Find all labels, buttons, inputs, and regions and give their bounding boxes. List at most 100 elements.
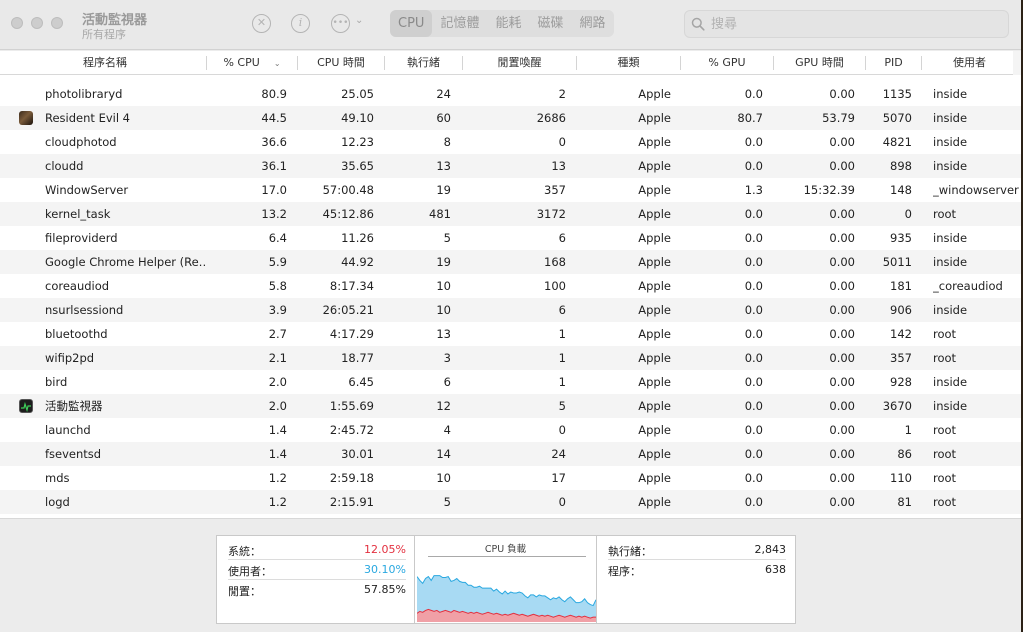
tab-network[interactable]: 網路 bbox=[571, 10, 613, 37]
table-row[interactable]: Resident Evil 4 44.5 49.10 60 2686 Apple 80.7 5… bbox=[0, 106, 1021, 130]
cell-gpu: 0.0 bbox=[744, 255, 763, 269]
cell-gpu-time: 0.00 bbox=[829, 447, 855, 461]
ellipsis-menu-icon: ••• bbox=[332, 18, 349, 28]
cell-idle-wakeups: 3172 bbox=[536, 207, 566, 221]
table-row[interactable]: Google Chrome Helper (Re… 5.9 44.92 19 168 Ap… bbox=[0, 250, 1021, 274]
cell-pid: 928 bbox=[890, 375, 912, 389]
column-header-user[interactable]: 使用者 bbox=[922, 51, 1017, 75]
cell-pid: 3670 bbox=[882, 399, 912, 413]
table-row[interactable]: wifip2pd 2.1 18.77 3 1 Apple 0.0 0.00 357 root bbox=[0, 346, 1021, 370]
cell-user: inside bbox=[933, 231, 968, 245]
table-row[interactable]: bird 2.0 6.45 6 1 Apple 0.0 0.00 928 inside bbox=[0, 370, 1021, 394]
table-row[interactable]: logd 1.2 2:15.91 5 0 Apple 0.0 0.00 81 root bbox=[0, 490, 1021, 514]
tab-memory[interactable]: 記憶體 bbox=[432, 10, 487, 37]
table-body: photolibraryd 80.9 25.05 24 2 Apple 0.0 0.00 113… bbox=[0, 82, 1021, 514]
cell-threads: 10 bbox=[436, 279, 451, 293]
cell-pid: 935 bbox=[890, 231, 912, 245]
column-header-process-name[interactable]: 程序名稱 bbox=[0, 51, 210, 75]
cell-cpu: 5.9 bbox=[268, 255, 287, 269]
minimize-window-button[interactable] bbox=[31, 17, 43, 29]
cell-cpu: 3.9 bbox=[268, 303, 287, 317]
cell-cpu-time: 2:15.91 bbox=[329, 495, 374, 509]
system-label: 系統： bbox=[228, 545, 261, 558]
cell-gpu-time: 0.00 bbox=[829, 495, 855, 509]
cell-cpu-time: 45:12.86 bbox=[322, 207, 374, 221]
cell-pid: 1 bbox=[904, 423, 912, 437]
cell-cpu: 2.1 bbox=[268, 351, 287, 365]
cell-process-name: wifip2pd bbox=[45, 351, 95, 365]
column-header-pid[interactable]: PID bbox=[866, 51, 921, 75]
table-row[interactable]: coreaudiod 5.8 8:17.34 10 100 Apple 0.0 0.00 181… bbox=[0, 274, 1021, 298]
cell-cpu-time: 44.92 bbox=[341, 255, 374, 269]
tab-energy[interactable]: 能耗 bbox=[487, 10, 529, 37]
cell-idle-wakeups: 0 bbox=[558, 135, 566, 149]
search-input[interactable] bbox=[711, 14, 1001, 34]
cell-user: inside bbox=[933, 111, 968, 125]
cell-threads: 10 bbox=[436, 303, 451, 317]
close-window-button[interactable] bbox=[11, 17, 23, 29]
cpu-load-graph-panel: CPU 負載 bbox=[414, 536, 597, 623]
action-menu-button[interactable]: ••• bbox=[331, 14, 350, 33]
cell-process-name: WindowServer bbox=[45, 183, 129, 197]
zoom-window-button[interactable] bbox=[51, 17, 63, 29]
cell-gpu-time: 0.00 bbox=[829, 375, 855, 389]
cell-gpu-time: 0.00 bbox=[829, 351, 855, 365]
table-row[interactable]: bluetoothd 2.7 4:17.29 13 1 Apple 0.0 0.00 142 ro… bbox=[0, 322, 1021, 346]
table-row[interactable]: cloudphotod 36.6 12.23 8 0 Apple 0.0 0.00 4821 in… bbox=[0, 130, 1021, 154]
cell-process-name: bluetoothd bbox=[45, 327, 108, 341]
activity-monitor-window: 活動監視器 所有程序 ✕ i ••• ⌄ CPU 記憶體 能耗 磁碟 網路 搜尋… bbox=[0, 0, 1021, 632]
table-row[interactable]: fseventsd 1.4 30.01 14 24 Apple 0.0 0.00 86 root bbox=[0, 442, 1021, 466]
table-row[interactable]: nsurlsessiond 3.9 26:05.21 10 6 Apple 0.0 0.00 9… bbox=[0, 298, 1021, 322]
cell-cpu: 2.0 bbox=[268, 375, 287, 389]
table-row[interactable]: cloudd 36.1 35.65 13 13 Apple 0.0 0.00 898 inside bbox=[0, 154, 1021, 178]
cell-threads: 481 bbox=[429, 207, 451, 221]
idle-stat: 閒置： 57.85% bbox=[228, 579, 406, 599]
table-row[interactable]: launchd 1.4 2:45.72 4 0 Apple 0.0 0.00 1 root bbox=[0, 418, 1021, 442]
cell-pid: 5011 bbox=[882, 255, 912, 269]
cell-pid: 181 bbox=[890, 279, 912, 293]
table-row[interactable]: 活動監視器 2.0 1:55.69 12 5 Apple 0.0 0.00 3670 inside bbox=[0, 394, 1021, 418]
cell-gpu: 0.0 bbox=[744, 327, 763, 341]
cell-user: root bbox=[933, 423, 957, 437]
cell-cpu-time: 49.10 bbox=[341, 111, 374, 125]
column-header-idle-wakeups[interactable]: 閒置喚醒 bbox=[463, 51, 576, 75]
cell-gpu: 0.0 bbox=[744, 495, 763, 509]
cell-cpu-time: 4:17.29 bbox=[329, 327, 374, 341]
column-header-kind[interactable]: 種類 bbox=[577, 51, 680, 75]
cell-idle-wakeups: 6 bbox=[558, 231, 566, 245]
cell-cpu-time: 35.65 bbox=[341, 159, 374, 173]
inspect-button[interactable]: i bbox=[291, 14, 310, 33]
cpu-load-graph bbox=[417, 575, 596, 622]
stop-process-button[interactable]: ✕ bbox=[252, 14, 271, 33]
table-row[interactable]: kernel_task 13.2 45:12.86 481 3172 Apple 0.0 0.… bbox=[0, 202, 1021, 226]
cell-cpu: 36.6 bbox=[261, 135, 287, 149]
tab-disk[interactable]: 磁碟 bbox=[529, 10, 571, 37]
cell-threads: 4 bbox=[443, 423, 451, 437]
cell-threads: 6 bbox=[443, 375, 451, 389]
column-header-threads[interactable]: 執行緒 bbox=[385, 51, 462, 75]
cell-idle-wakeups: 17 bbox=[551, 471, 566, 485]
column-header-gpu[interactable]: % GPU bbox=[681, 51, 773, 75]
table-row[interactable]: WindowServer 17.0 57:00.48 19 357 Apple 1.3 15:… bbox=[0, 178, 1021, 202]
cell-gpu-time: 0.00 bbox=[829, 327, 855, 341]
scrollbar[interactable] bbox=[1013, 51, 1021, 75]
table-row[interactable]: photolibraryd 80.9 25.05 24 2 Apple 0.0 0.00 113… bbox=[0, 82, 1021, 106]
processes-stat: 程序： 638 bbox=[608, 559, 786, 579]
cell-gpu: 0.0 bbox=[744, 471, 763, 485]
cell-cpu: 80.9 bbox=[261, 87, 287, 101]
cell-gpu: 0.0 bbox=[744, 351, 763, 365]
cell-idle-wakeups: 357 bbox=[544, 183, 566, 197]
table-row[interactable]: mds 1.2 2:59.18 10 17 Apple 0.0 0.00 110 root bbox=[0, 466, 1021, 490]
column-header-cpu-time[interactable]: CPU 時間 bbox=[298, 51, 384, 75]
stop-x-icon: ✕ bbox=[256, 16, 267, 29]
cell-threads: 8 bbox=[443, 135, 451, 149]
system-stat: 系統： 12.05% bbox=[228, 539, 406, 559]
cell-idle-wakeups: 5 bbox=[558, 399, 566, 413]
cell-pid: 4821 bbox=[882, 135, 912, 149]
search-field[interactable] bbox=[684, 10, 1009, 38]
tab-cpu[interactable]: CPU bbox=[390, 10, 433, 37]
column-header-cpu[interactable]: % CPU ⌄ bbox=[207, 51, 297, 75]
table-row[interactable]: fileproviderd 6.4 11.26 5 6 Apple 0.0 0.00 935 in… bbox=[0, 226, 1021, 250]
cpu-summary-footer: 系統： 12.05% 使用者： 30.10% 閒置： 57.85% CPU 負載… bbox=[0, 518, 1021, 632]
column-header-gpu-time[interactable]: GPU 時間 bbox=[774, 51, 865, 75]
